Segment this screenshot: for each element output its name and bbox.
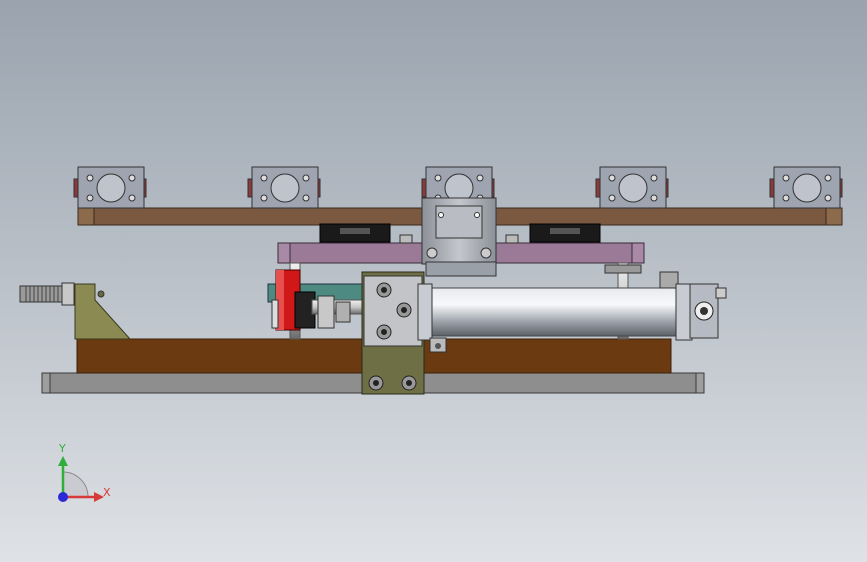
x-axis-label: X xyxy=(103,486,111,499)
cad-viewport[interactable]: Y X xyxy=(0,0,867,562)
left-bracket xyxy=(74,283,132,340)
cylinder-mount xyxy=(361,271,425,395)
z-axis-icon xyxy=(58,492,68,502)
guide-block xyxy=(595,166,669,209)
center-mount-block xyxy=(421,197,497,277)
guide-block xyxy=(247,166,321,209)
threaded-stud xyxy=(19,282,75,306)
red-stop xyxy=(271,269,316,331)
guide-block xyxy=(73,166,147,209)
coordinate-triad xyxy=(58,456,104,502)
guide-block xyxy=(769,166,843,209)
triad-arc xyxy=(62,471,89,498)
assembly-model[interactable] xyxy=(0,0,867,562)
y-axis-label: Y xyxy=(59,442,66,455)
